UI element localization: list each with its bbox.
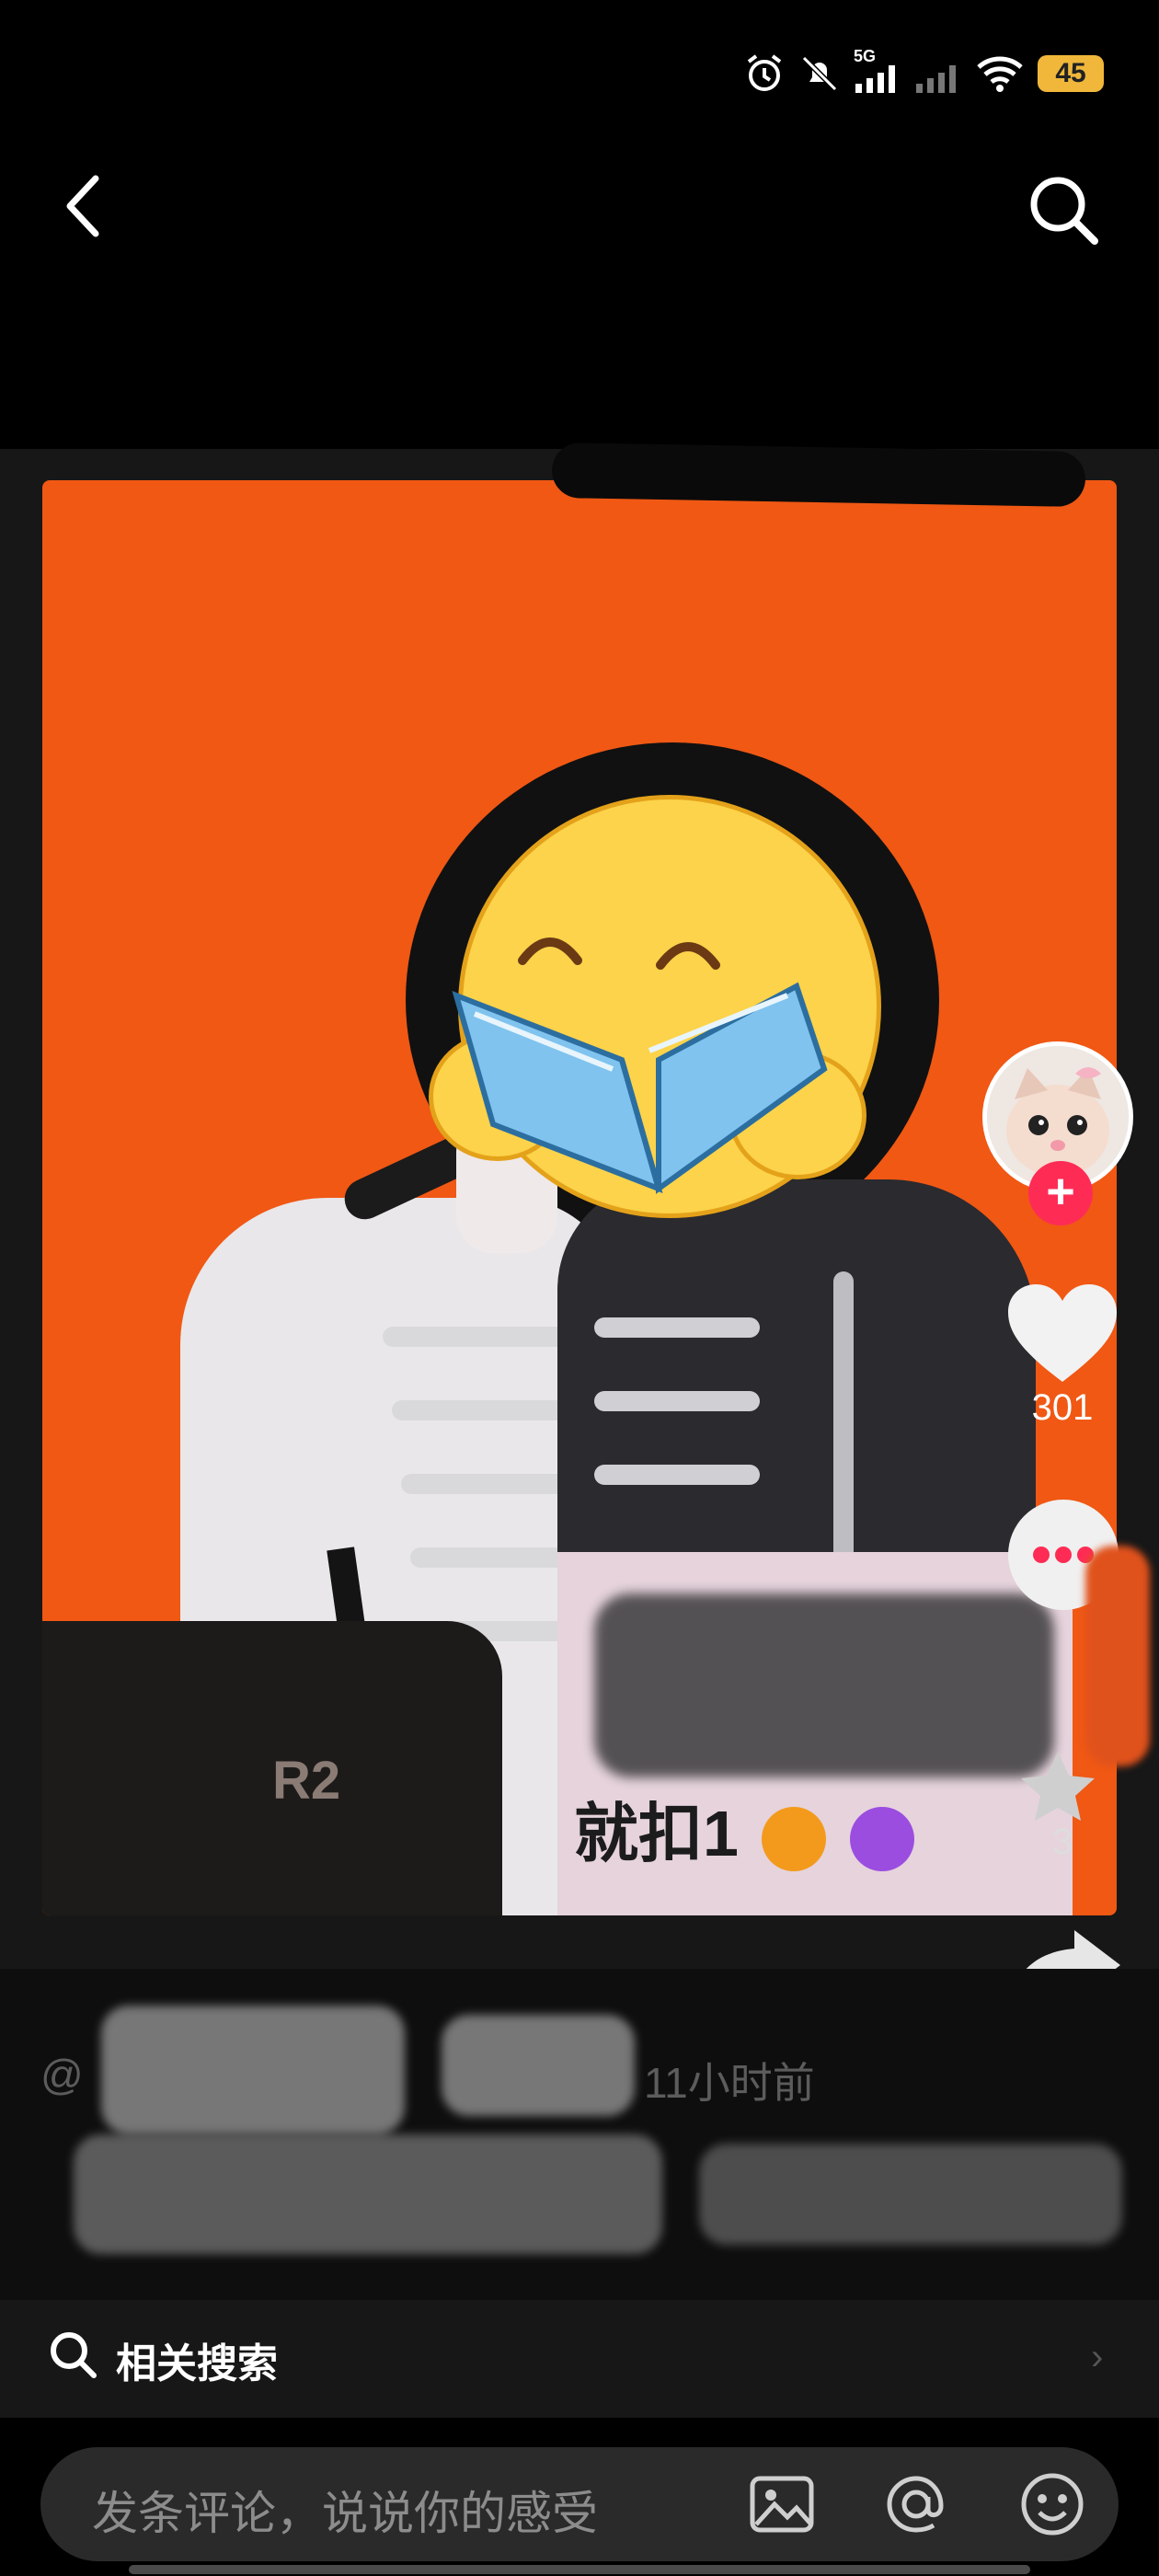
related-search-label: 相关搜索: [116, 2341, 278, 2386]
signal-5g-icon: 5G: [854, 47, 901, 95]
image-icon[interactable]: [747, 2469, 817, 2539]
book-icon: [452, 982, 828, 1194]
at-mention-icon[interactable]: [881, 2469, 951, 2539]
search-icon: [1030, 177, 1098, 245]
sign-text-label: 就扣1: [574, 1798, 739, 1869]
status-icons: 5G 45: [743, 46, 1104, 101]
search-icon: [51, 2332, 97, 2378]
search-button[interactable]: [1021, 166, 1104, 248]
status-bar: 5G 45: [0, 0, 1159, 138]
sign-text: 就扣1: [574, 1782, 914, 1875]
stripe: [410, 1547, 567, 1568]
stripe: [594, 1465, 760, 1485]
comment-placeholder: 发条评论，说说你的感受: [92, 2488, 598, 2539]
battery-indicator: 45: [1038, 55, 1104, 92]
redacted-scribble: [594, 1593, 1054, 1777]
wifi-icon: [977, 56, 1023, 92]
redacted-scribble: [1085, 1546, 1150, 1766]
chevron-right-icon: ›: [1091, 2337, 1104, 2377]
stripe: [594, 1317, 760, 1338]
redacted-scribble: [699, 2144, 1122, 2245]
stripe: [383, 1327, 567, 1347]
redacted-scribble: [442, 2015, 635, 2116]
like-heart-icon[interactable]: [1003, 1279, 1122, 1389]
home-indicator[interactable]: [129, 2565, 1030, 2574]
orange-heart-icon: [762, 1806, 827, 1871]
alarm-icon: [747, 54, 782, 91]
like-count: 301: [1031, 1387, 1094, 1428]
signal-weak-icon: [916, 65, 956, 93]
purple-heart-icon: [849, 1806, 914, 1871]
stripe: [594, 1391, 760, 1411]
redacted-scribble: [551, 442, 1086, 508]
chevron-left-icon: [66, 175, 99, 237]
post-image[interactable]: R2 就扣1: [42, 480, 1117, 1915]
redacted-scribble: [101, 2006, 405, 2134]
favorite-star-icon[interactable]: [1012, 1748, 1104, 1822]
follow-button[interactable]: +: [1028, 1161, 1093, 1225]
redacted-scribble: [74, 2134, 662, 2254]
author-name[interactable]: @: [40, 2050, 84, 2099]
back-button[interactable]: [55, 166, 110, 248]
camera-label: R2: [272, 1751, 341, 1811]
emoji-icon[interactable]: [1017, 2469, 1087, 2539]
post-time: 11小时前: [644, 2059, 815, 2107]
mute-bell-icon: [801, 55, 838, 92]
stripe: [401, 1474, 567, 1494]
stripe: [392, 1400, 567, 1420]
favorite-count: 3: [1051, 1822, 1073, 1862]
